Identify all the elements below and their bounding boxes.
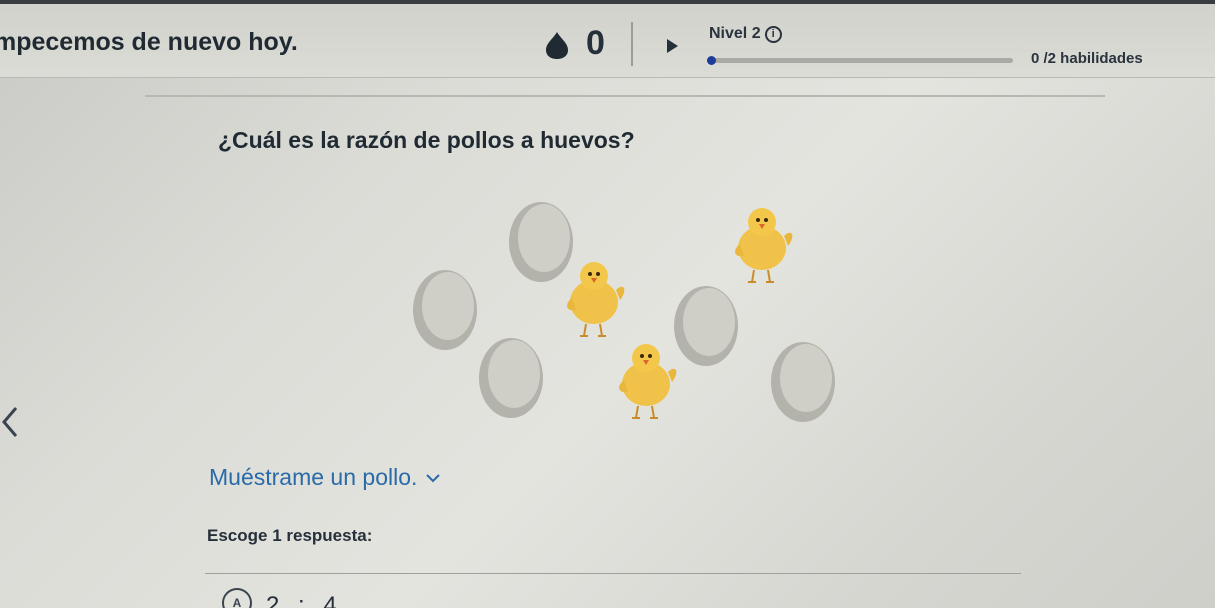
fire-drop-icon bbox=[546, 32, 568, 59]
hint-label: Muéstrame un pollo. bbox=[209, 464, 418, 490]
divider bbox=[145, 95, 1105, 97]
level-text: Nivel 2 bbox=[709, 25, 761, 42]
chick-icon bbox=[735, 208, 793, 283]
egg-icon bbox=[479, 338, 543, 418]
answer-instructions: Escoge 1 respuesta: bbox=[207, 526, 373, 545]
chicks-and-eggs-illustration bbox=[400, 190, 860, 440]
chick-icon bbox=[619, 344, 677, 419]
chevron-left-icon[interactable] bbox=[0, 404, 22, 440]
greeting-text: mpecemos de nuevo hoy. bbox=[0, 28, 298, 56]
choice-letter: A bbox=[222, 588, 252, 608]
top-bar: mpecemos de nuevo hoy. 0 Nivel 2 i 0 /2 … bbox=[0, 0, 1215, 78]
answer-choice-a[interactable]: A 2 : 4 bbox=[222, 588, 622, 608]
chick-icon bbox=[567, 262, 625, 337]
play-icon[interactable] bbox=[664, 38, 680, 54]
egg-icon bbox=[771, 342, 835, 422]
choice-text: 2 : 4 bbox=[266, 592, 343, 608]
level-progress-bar bbox=[707, 56, 1013, 65]
egg-icon bbox=[413, 270, 477, 350]
question-text: ¿Cuál es la razón de pollos a huevos? bbox=[218, 127, 635, 153]
info-icon[interactable]: i bbox=[764, 25, 782, 43]
chevron-down-icon bbox=[426, 473, 441, 482]
divider bbox=[205, 573, 1021, 574]
level-label[interactable]: Nivel 2 i bbox=[709, 25, 782, 43]
show-chick-hint[interactable]: Muéstrame un pollo. bbox=[209, 464, 441, 491]
level-progress-fill bbox=[707, 56, 716, 65]
streak-count: 0 bbox=[586, 24, 605, 62]
skills-count: 0 /2 habilidades bbox=[1031, 50, 1143, 67]
divider bbox=[631, 22, 633, 66]
